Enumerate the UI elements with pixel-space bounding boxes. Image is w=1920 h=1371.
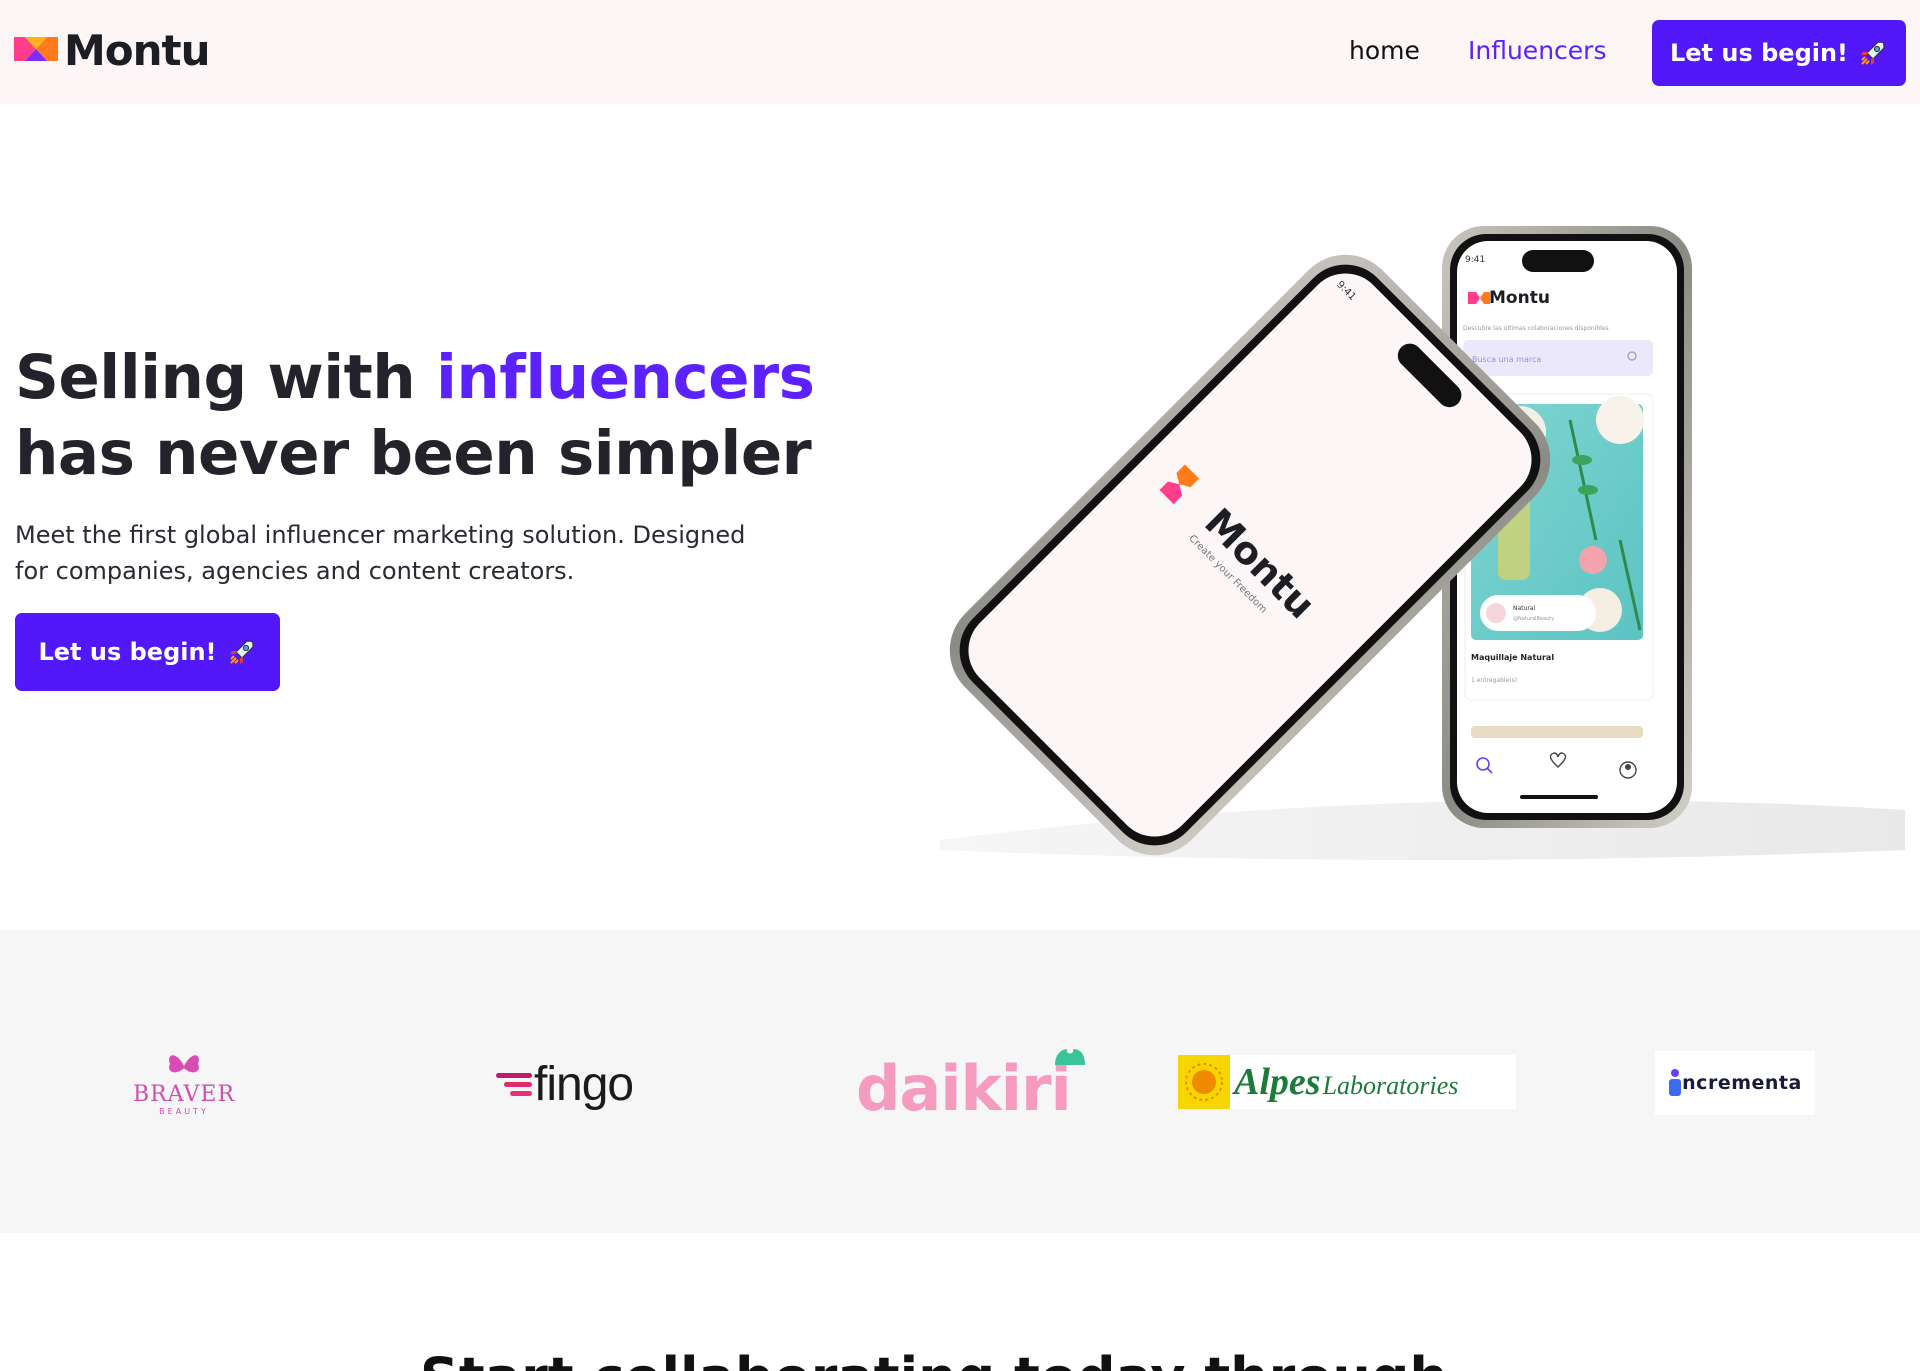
phone-right-card-title: Maquillaje Natural — [1471, 653, 1554, 662]
leaf-icon — [1054, 1049, 1085, 1065]
braver-name: BRAVER — [132, 1082, 236, 1107]
phone-right-subtitle: Descubre las últimas colaboraciones disp… — [1463, 325, 1609, 332]
incrementa-i-icon — [1669, 1069, 1682, 1096]
phone-mockups-image: 9:41 Montu Descubre las últimas colabora… — [940, 226, 1905, 860]
brand-name: Montu — [64, 26, 211, 75]
alpes-name: Alpes — [1234, 1061, 1321, 1103]
nav-link-home[interactable]: home — [1349, 36, 1420, 65]
phone-right-brand: Montu — [1489, 288, 1550, 308]
rocket-icon — [229, 640, 254, 664]
sun-icon — [1178, 1055, 1230, 1109]
montu-logo-icon — [14, 36, 58, 61]
hero-begin-label: Let us begin! — [38, 638, 217, 666]
phone-right-card-handle: @NaturalBeauty — [1513, 616, 1554, 622]
rocket-icon — [1861, 41, 1885, 65]
daikiri-name: daikiri — [856, 1051, 1072, 1125]
nav-begin-button[interactable]: Let us begin! — [1652, 20, 1906, 86]
butterfly-icon — [169, 1055, 199, 1073]
fingo-name: fingo — [534, 1057, 634, 1111]
hero-title-accent: influencers — [435, 342, 815, 413]
hero-title-part2: has never been simpler — [15, 418, 812, 489]
incrementa-name: ncrementa — [1682, 1072, 1802, 1094]
braver-sub: BEAUTY — [159, 1107, 209, 1116]
phone-right-time: 9:41 — [1465, 255, 1485, 265]
brand-logo-incrementa: ncrementa — [1655, 1051, 1815, 1115]
hero-subtitle: Meet the first global influencer marketi… — [15, 521, 746, 585]
hero-title-part1: Selling with — [15, 342, 436, 413]
phone-right-card-meta: 1 entregable(s) — [1471, 677, 1517, 684]
phone-right-card-brand: Natural — [1513, 605, 1535, 612]
phone-right-search-placeholder: Busca una marca — [1472, 355, 1541, 364]
brand-logo[interactable]: Montu — [14, 26, 211, 75]
brand-logo-alpes: Alpes Laboratories — [1178, 1055, 1516, 1109]
top-nav: Montu home Influencers Let us begin! — [0, 0, 1920, 104]
section-heading: Start collaborating today through — [420, 1346, 1448, 1371]
brand-logo-fingo: fingo — [494, 1054, 634, 1114]
nav-begin-label: Let us begin! — [1669, 39, 1849, 67]
hero-title: Selling with influencers has never been … — [15, 340, 815, 492]
nav-link-influencers[interactable]: Influencers — [1468, 36, 1606, 65]
fingo-lines-icon — [496, 1073, 532, 1096]
brand-logo-braver: BRAVER BEAUTY — [128, 1046, 240, 1120]
brand-logos-section: BRAVER BEAUTY fingo daikiri Alpes Labora… — [0, 930, 1920, 1233]
alpes-sub: Laboratories — [1322, 1071, 1459, 1100]
hero-begin-button[interactable]: Let us begin! — [15, 613, 280, 691]
brand-logo-daikiri: daikiri — [856, 1048, 1087, 1128]
